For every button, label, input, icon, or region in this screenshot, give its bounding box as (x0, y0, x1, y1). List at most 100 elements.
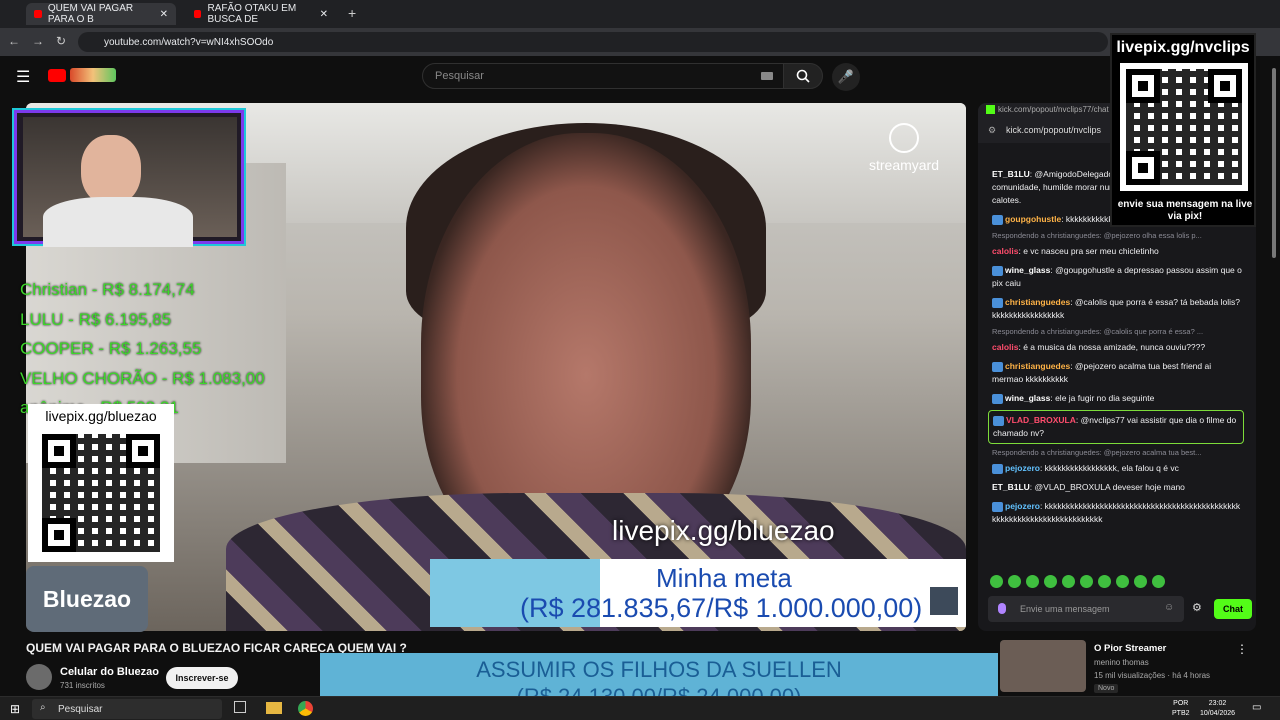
chat-username[interactable]: wine_glass (1005, 265, 1050, 275)
webcam-person-body (43, 197, 193, 247)
emote-icon[interactable] (1044, 575, 1057, 588)
chat-message: ET_B1LU: @VLAD_BROXULA deveser hoje mano (978, 478, 1254, 497)
popout-url[interactable]: kick.com/popout/nvclips (1006, 125, 1101, 135)
chat-username[interactable]: goupgohustle (1005, 214, 1061, 224)
chat-message: christianguedes: @calolis que porra é es… (978, 293, 1254, 325)
chat-username[interactable]: wine_glass (1005, 393, 1050, 403)
recommended-thumbnail[interactable] (1000, 640, 1086, 692)
badge-icon (993, 415, 1004, 426)
donor-item: LULU - R$ 6.195,85 (20, 309, 172, 329)
webcam-person-face (81, 135, 141, 205)
badge-icon (992, 214, 1003, 225)
system-clock[interactable]: 23:02 10/04/2026 (1200, 699, 1235, 719)
url-text: youtube.com/watch?v=wNI4xhSOOdo (104, 36, 274, 48)
keyboard-icon[interactable] (761, 72, 773, 80)
search-input[interactable]: Pesquisar (422, 63, 784, 89)
emoji-icon[interactable]: ☺ (1164, 602, 1174, 613)
emote-icon[interactable] (1026, 575, 1039, 588)
chat-username[interactable]: christianguedes (1005, 297, 1070, 307)
chat-text: : @VLAD_BROXULA deveser hoje mano (1029, 482, 1185, 492)
chat-username[interactable]: VLAD_BROXULA (1006, 415, 1076, 425)
channel-avatar[interactable] (26, 664, 52, 690)
chrome-icon[interactable] (298, 701, 313, 716)
windows-start-icon[interactable]: ⊞ (10, 702, 20, 716)
chat-message: wine_glass: ele ja fugir no dia seguinte (978, 389, 1254, 408)
chat-text: : ele ja fugir no dia seguinte (1050, 393, 1155, 403)
tab-title: RAFÃO OTAKU EM BUSCA DE (207, 3, 297, 25)
donor-list: Christian - R$ 8.174,74 LULU - R$ 6.195,… (20, 275, 265, 423)
chat-text: : é a musica da nossa amizade, nunca ouv… (1018, 342, 1206, 352)
taskbar-search-text: Pesquisar (58, 703, 103, 715)
youtube-header: ☰ Pesquisar 🎤 (0, 56, 1280, 100)
page-scrollbar[interactable] (1270, 68, 1278, 628)
mic-icon[interactable] (998, 603, 1006, 614)
address-bar: ← → ↻ youtube.com/watch?v=wNI4xhSOOdo (0, 28, 1280, 56)
badge-icon (992, 393, 1003, 404)
more-options-icon[interactable]: ⋮ (1236, 642, 1248, 656)
task-view-icon[interactable] (234, 701, 246, 713)
streamyard-icon (889, 123, 919, 153)
reply-context: Respondendo a christianguedes: @pejozero… (992, 231, 1202, 240)
badge-icon (992, 361, 1003, 372)
language-indicator[interactable]: POR PTB2 (1172, 699, 1190, 719)
badge-icon (992, 265, 1003, 276)
tab-active[interactable]: QUEM VAI PAGAR PARA O B ✕ (26, 3, 176, 25)
file-explorer-icon[interactable] (266, 702, 282, 714)
chat-username[interactable]: pejozero (1005, 501, 1040, 511)
emote-icon[interactable] (1008, 575, 1021, 588)
qr-corner (1126, 151, 1160, 185)
close-icon[interactable]: ✕ (160, 9, 168, 20)
site-info-icon[interactable]: ⚙ (988, 125, 996, 136)
pix-caption: envie sua mensagem na live via pix! (1117, 199, 1253, 222)
chat-username[interactable]: ET_B1LU (992, 169, 1030, 179)
taskbar-search[interactable]: ⌕ Pesquisar (32, 699, 222, 719)
channel-name[interactable]: Celular do Bluezao (60, 666, 159, 678)
goal-value: (R$ 281.835,67/R$ 1.000.000,00) (520, 593, 923, 623)
forward-icon[interactable]: → (32, 34, 44, 48)
chat-message: calolis: é a musica da nossa amizade, nu… (978, 338, 1254, 357)
emote-icon[interactable] (1134, 575, 1147, 588)
recommended-title[interactable]: O Pior Streamer (1094, 643, 1166, 654)
emote-icon[interactable] (1116, 575, 1129, 588)
youtube-icon (34, 10, 42, 18)
recommended-video[interactable]: O Pior Streamer menino thomas 15 mil vis… (1000, 640, 1258, 696)
tab-second[interactable]: RAFÃO OTAKU EM BUSCA DE ✕ (186, 3, 336, 25)
emote-icon[interactable] (1098, 575, 1111, 588)
qr-corner (1126, 69, 1160, 103)
voice-search-button[interactable]: 🎤 (832, 63, 860, 91)
close-icon[interactable]: ✕ (320, 9, 328, 20)
badge-icon (992, 297, 1003, 308)
emote-icon[interactable] (1152, 575, 1165, 588)
emote-icon[interactable] (1080, 575, 1093, 588)
chat-message-highlighted: VLAD_BROXULA: @nvclips77 vai assistir qu… (988, 410, 1244, 444)
notifications-icon[interactable]: ▭ (1252, 702, 1261, 713)
chat-username[interactable]: ET_B1LU (992, 482, 1030, 492)
emote-icon[interactable] (1062, 575, 1075, 588)
chat-username[interactable]: calolis (992, 342, 1018, 352)
badge-icon (992, 501, 1003, 512)
chat-username[interactable]: calolis (992, 246, 1018, 256)
reload-icon[interactable]: ↻ (56, 34, 66, 48)
new-tab-icon[interactable]: + (348, 5, 356, 21)
chat-username[interactable]: christianguedes (1005, 361, 1070, 371)
chat-text: : e vc nasceu pra ser meu chicletinho (1018, 246, 1159, 256)
badge-icon (992, 463, 1003, 474)
send-chat-button[interactable]: Chat (1214, 599, 1252, 619)
webcam-feed (23, 117, 237, 247)
chat-message: pejozero: kkkkkkkkkkkkkkkkk, ela falou q… (978, 459, 1254, 478)
menu-icon[interactable]: ☰ (16, 67, 30, 87)
search-icon: ⌕ (40, 702, 46, 713)
subscribe-button[interactable]: Inscrever-se (166, 667, 238, 689)
youtube-logo-icon[interactable] (48, 69, 66, 82)
chat-message: calolis: e vc nasceu pra ser meu chiclet… (978, 242, 1254, 261)
emote-icon[interactable] (990, 575, 1003, 588)
url-input[interactable]: youtube.com/watch?v=wNI4xhSOOdo (78, 32, 1108, 52)
back-icon[interactable]: ← (8, 34, 20, 48)
search-button[interactable] (783, 63, 823, 89)
doodle-logo-icon[interactable] (70, 68, 116, 82)
chat-username[interactable]: pejozero (1005, 463, 1040, 473)
qr-corner (42, 518, 76, 552)
name-card: Bluezao (26, 566, 148, 632)
chat-input[interactable]: Envie uma mensagem ☺ (988, 596, 1184, 622)
settings-gear-icon[interactable]: ⚙ (1192, 601, 1202, 614)
